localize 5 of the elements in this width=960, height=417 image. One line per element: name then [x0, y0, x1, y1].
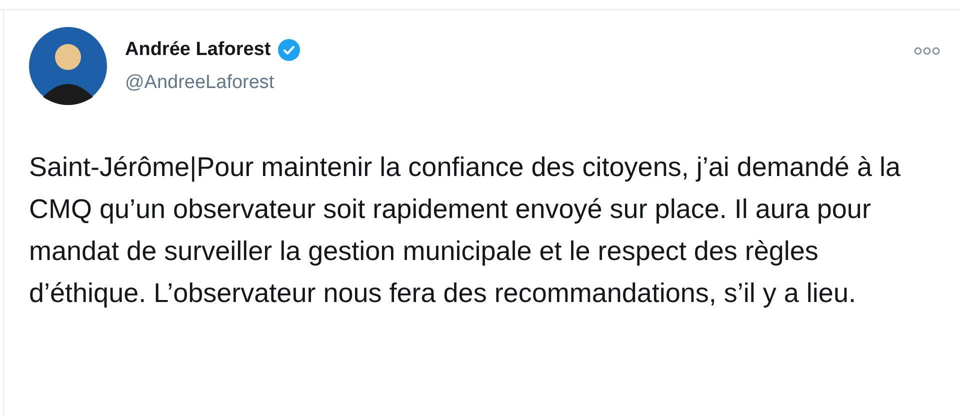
more-options-icon[interactable]: [914, 47, 940, 55]
author-name[interactable]: Andrée Laforest: [125, 36, 271, 64]
avatar[interactable]: [29, 27, 107, 105]
author-handle[interactable]: @AndreeLaforest: [125, 68, 300, 97]
tweet-text: Saint-Jérôme|Pour maintenir la confiance des citoyens, j’ai demandé à la CMQ qu’un observateur soit rapidement envoyé sur place. Il aura pour mandat de surveiller la gestion municipale et le respect des règles d’éthique. L’observateur nous fera des recommandations, s’il y a lieu.: [29, 151, 902, 310]
